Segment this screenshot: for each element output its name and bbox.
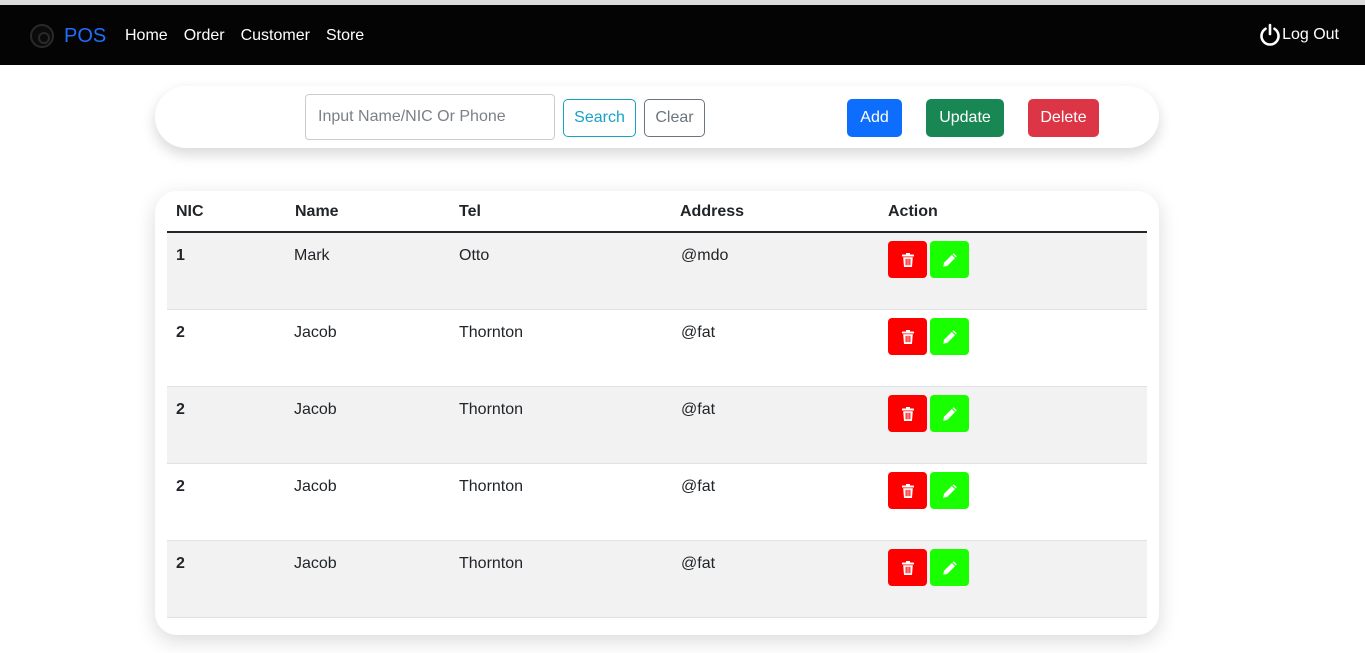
edit-row-button[interactable] <box>930 241 969 278</box>
top-navbar: POS Home Order Customer Store Log Out <box>0 5 1365 65</box>
cell-tel: Thornton <box>459 324 524 341</box>
delete-row-button[interactable] <box>888 549 927 586</box>
cell-address: @mdo <box>681 247 729 264</box>
delete-row-button[interactable] <box>888 472 927 509</box>
update-button[interactable]: Update <box>926 99 1004 137</box>
delete-row-button[interactable] <box>888 241 927 278</box>
nav-link-store[interactable]: Store <box>326 26 364 46</box>
brand-name[interactable]: POS <box>64 24 106 48</box>
pencil-icon <box>942 483 957 498</box>
column-header-nic: NIC <box>176 203 204 220</box>
nav-link-order[interactable]: Order <box>184 26 225 46</box>
trash-icon <box>901 329 914 344</box>
power-icon <box>1260 23 1280 46</box>
edit-row-button[interactable] <box>930 549 969 586</box>
cell-name: Jacob <box>294 401 337 418</box>
column-header-name: Name <box>295 203 339 220</box>
cell-nic: 2 <box>176 478 185 495</box>
column-header-address: Address <box>680 203 745 220</box>
nav-links: Home Order Customer Store <box>125 26 364 46</box>
table-row: 1 Mark Otto @mdo <box>167 233 1147 310</box>
edit-row-button[interactable] <box>930 318 969 355</box>
pencil-icon <box>942 329 957 344</box>
cell-tel: Thornton <box>459 555 524 572</box>
table-row: 2 Jacob Thornton @fat <box>167 541 1147 618</box>
cell-address: @fat <box>681 555 716 572</box>
customer-toolbar: Search Clear Add Update Delete <box>155 86 1159 148</box>
cell-nic: 2 <box>176 401 185 418</box>
edit-row-button[interactable] <box>930 472 969 509</box>
cell-address: @fat <box>681 401 716 418</box>
cell-name: Mark <box>294 247 330 264</box>
delete-button[interactable]: Delete <box>1028 99 1099 137</box>
delete-row-button[interactable] <box>888 318 927 355</box>
add-button[interactable]: Add <box>847 99 902 137</box>
cell-name: Jacob <box>294 555 337 572</box>
column-header-tel: Tel <box>459 203 481 220</box>
cell-name: Jacob <box>294 324 337 341</box>
pencil-icon <box>942 406 957 421</box>
trash-icon <box>901 406 914 421</box>
column-header-action: Action <box>888 203 938 220</box>
trash-icon <box>901 483 914 498</box>
cell-tel: Thornton <box>459 401 524 418</box>
search-input[interactable] <box>305 94 555 140</box>
table-header: NIC Name Tel Address Action <box>167 191 1147 233</box>
logout-button[interactable]: Log Out <box>1258 23 1339 47</box>
logout-label: Log Out <box>1282 26 1339 43</box>
trash-icon <box>901 252 914 267</box>
cell-address: @fat <box>681 478 716 495</box>
delete-row-button[interactable] <box>888 395 927 432</box>
cell-tel: Otto <box>459 247 490 264</box>
cell-nic: 2 <box>176 324 185 341</box>
cell-nic: 1 <box>176 247 185 264</box>
customer-table: NIC Name Tel Address Action 1 Mark Otto … <box>155 191 1159 635</box>
table-row: 2 Jacob Thornton @fat <box>167 310 1147 387</box>
pos-logo-icon <box>30 24 54 48</box>
table-row: 2 Jacob Thornton @fat <box>167 387 1147 464</box>
pencil-icon <box>942 560 957 575</box>
nav-link-customer[interactable]: Customer <box>241 26 310 46</box>
trash-icon <box>901 560 914 575</box>
nav-link-home[interactable]: Home <box>125 26 168 46</box>
edit-row-button[interactable] <box>930 395 969 432</box>
cell-name: Jacob <box>294 478 337 495</box>
cell-address: @fat <box>681 324 716 341</box>
table-row: 2 Jacob Thornton @fat <box>167 464 1147 541</box>
pencil-icon <box>942 252 957 267</box>
clear-button[interactable]: Clear <box>644 99 705 137</box>
cell-tel: Thornton <box>459 478 524 495</box>
search-button[interactable]: Search <box>563 99 636 137</box>
cell-nic: 2 <box>176 555 185 572</box>
